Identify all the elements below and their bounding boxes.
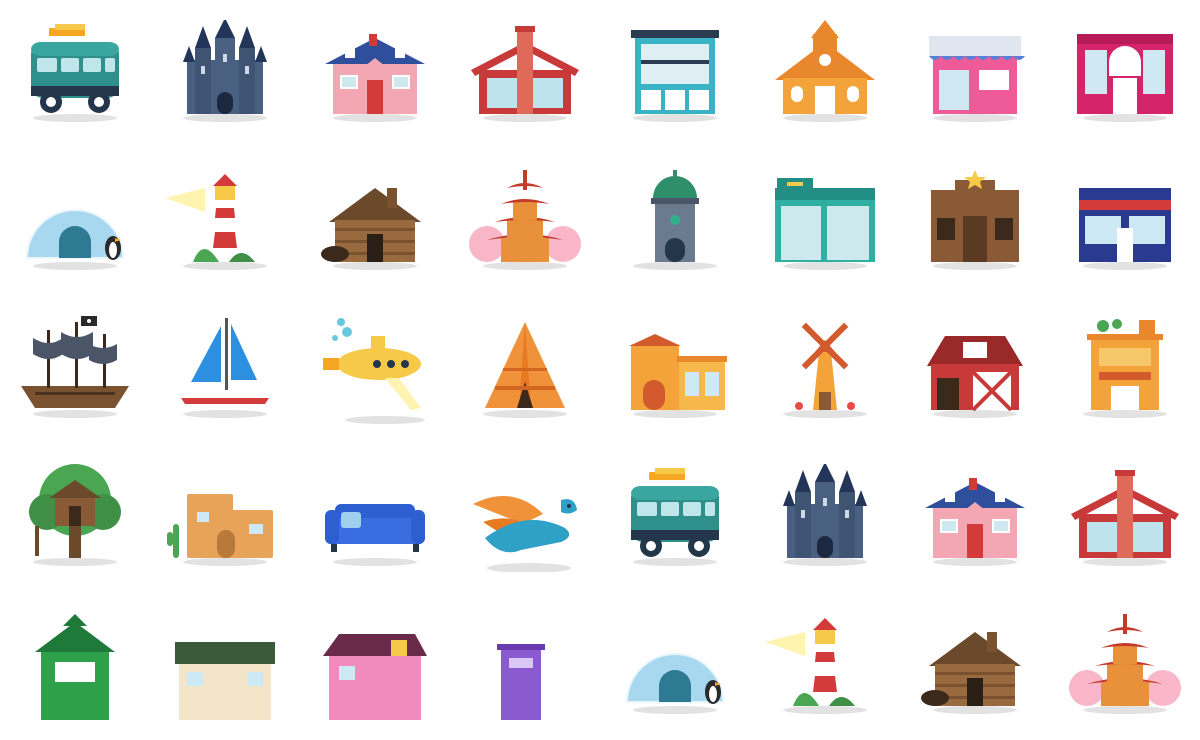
log-cabin-icon <box>921 632 1021 714</box>
icon-cell <box>600 592 750 740</box>
icon-cell <box>900 148 1050 296</box>
submarine-icon <box>323 318 425 424</box>
chimney-house-icon <box>1071 470 1179 566</box>
chimney-house-icon <box>471 26 579 122</box>
icon-cell <box>0 296 150 444</box>
icon-cell <box>750 592 900 740</box>
icon-cell <box>750 148 900 296</box>
icon-cell <box>750 296 900 444</box>
van-icon <box>631 468 719 566</box>
house-icon <box>325 34 425 122</box>
icon-cell <box>300 0 450 148</box>
rooftop-building-icon <box>1083 319 1167 418</box>
saloon-icon <box>931 170 1019 270</box>
icon-cell <box>450 444 600 592</box>
icon-cell <box>150 148 300 296</box>
gym-icon <box>775 178 875 270</box>
teepee-icon <box>483 322 567 418</box>
pirate-ship-icon <box>21 316 129 418</box>
icon-cell <box>150 444 300 592</box>
sofa-icon <box>325 504 425 566</box>
chapel-icon <box>775 20 875 122</box>
icon-cell <box>300 296 450 444</box>
icon-cell <box>0 592 150 740</box>
store-icon <box>1077 34 1173 122</box>
storefront-icon <box>1079 188 1171 270</box>
icon-cell <box>750 444 900 592</box>
green-roof-house-icon <box>175 642 275 720</box>
icon-cell <box>900 296 1050 444</box>
log-cabin-icon <box>321 188 421 270</box>
icon-cell <box>0 148 150 296</box>
icon-cell <box>600 296 750 444</box>
icon-cell <box>600 148 750 296</box>
dragon-icon <box>473 496 577 572</box>
icon-cell <box>450 0 600 148</box>
icon-cell <box>300 444 450 592</box>
windmill-icon <box>783 322 867 418</box>
igloo-icon <box>25 209 125 270</box>
icon-cell <box>600 444 750 592</box>
icon-cell <box>1050 592 1200 740</box>
icon-cell <box>900 444 1050 592</box>
icon-cell <box>900 592 1050 740</box>
castle-icon <box>783 464 867 566</box>
icon-cell <box>0 444 150 592</box>
barn-icon <box>927 336 1023 418</box>
icon-cell <box>300 592 450 740</box>
lighthouse-icon <box>165 174 267 270</box>
house-icon <box>925 478 1025 566</box>
observatory-tower-icon <box>633 170 717 270</box>
shop-icon <box>929 36 1025 122</box>
icon-cell <box>150 0 300 148</box>
icon-cell <box>450 148 600 296</box>
sailboat-icon <box>179 318 271 418</box>
icon-cell <box>450 592 600 740</box>
pagoda-icon <box>469 170 581 270</box>
pagoda-icon <box>1069 614 1181 714</box>
treehouse-icon <box>29 464 121 566</box>
icon-grid <box>0 0 1200 720</box>
icon-cell <box>900 0 1050 148</box>
icon-cell <box>0 0 150 148</box>
icon-cell <box>1050 296 1200 444</box>
igloo-icon <box>625 653 725 714</box>
adobe-house-icon <box>167 494 273 566</box>
icon-cell <box>600 0 750 148</box>
icon-cell <box>300 148 450 296</box>
icon-cell <box>150 592 300 740</box>
icon-cell <box>150 296 300 444</box>
icon-cell <box>1050 444 1200 592</box>
office-building-icon <box>631 30 719 122</box>
icon-cell <box>1050 148 1200 296</box>
purple-building-icon <box>497 644 545 720</box>
green-tower-icon <box>35 614 115 720</box>
van-icon <box>31 24 119 122</box>
lighthouse-icon <box>765 618 867 714</box>
icon-cell <box>750 0 900 148</box>
icon-cell <box>450 296 600 444</box>
castle-icon <box>183 20 267 122</box>
villa-icon <box>629 334 727 418</box>
pink-house-icon <box>323 634 427 720</box>
icon-cell <box>1050 0 1200 148</box>
